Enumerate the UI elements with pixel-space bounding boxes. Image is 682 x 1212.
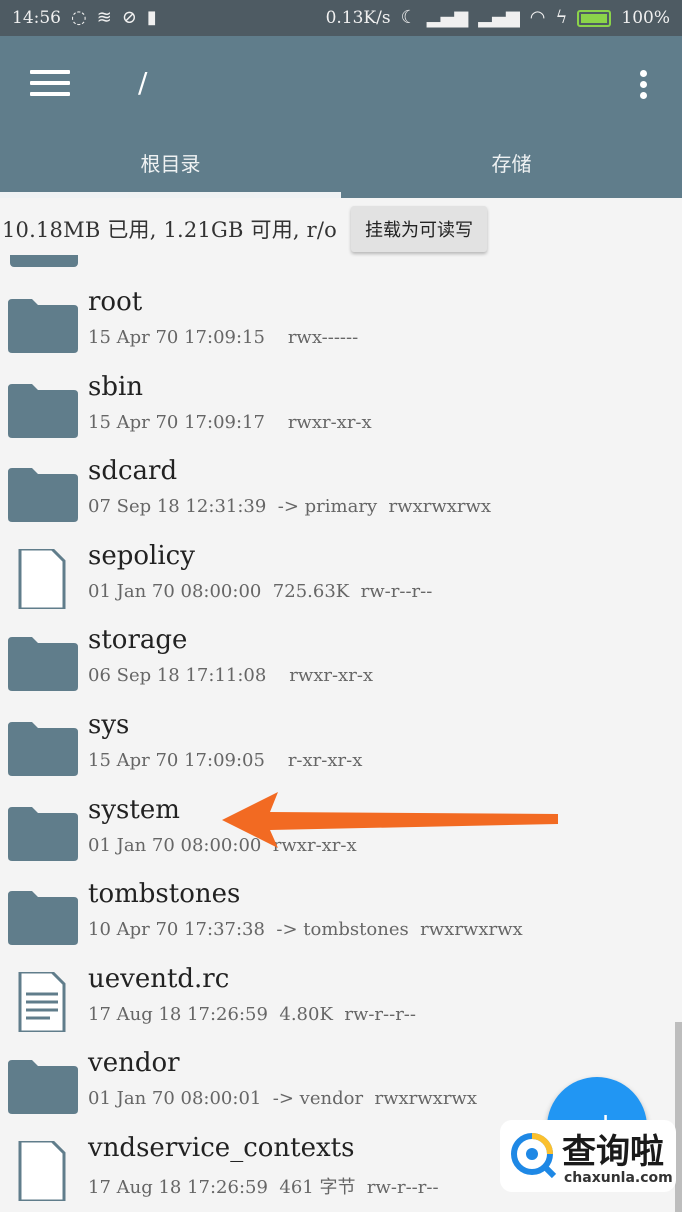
- watermark-en: chaxunla.com: [564, 1170, 673, 1186]
- wifi-lock-icon: ≋: [96, 7, 112, 28]
- file-name: storage: [88, 625, 188, 656]
- charging-icon: ϟ: [555, 7, 568, 28]
- mount-rw-button[interactable]: 挂载为可读写: [351, 206, 488, 252]
- storage-bar: 10.18MB 已用, 1.21GB 可用, r/o 挂载为可读写: [0, 198, 682, 260]
- storage-info: 10.18MB 已用, 1.21GB 可用, r/o: [2, 218, 338, 242]
- file-name: root: [88, 287, 143, 317]
- file-meta: 15 Apr 70 17:09:05 r-xr-xr-x: [88, 749, 363, 771]
- file-name: sepolicy: [88, 540, 195, 571]
- more-vert-icon[interactable]: [640, 70, 650, 102]
- folder-icon: [6, 380, 80, 440]
- folder-icon: [6, 633, 80, 693]
- file-name: sbin: [88, 371, 144, 402]
- tab-storage-label: 存储: [491, 151, 532, 176]
- scrollbar[interactable]: [675, 1022, 682, 1212]
- file-icon: [6, 547, 80, 611]
- watermark: 查询啦 chaxunla.com: [500, 1120, 676, 1192]
- sim-icon: ▮: [146, 7, 157, 28]
- file-name: vndservice_contexts: [88, 1132, 355, 1163]
- net-speed: 0.13K/s: [325, 8, 391, 28]
- folder-icon: [6, 887, 80, 947]
- signal-hd-icon: ▂▄▆: [426, 7, 469, 28]
- tab-root[interactable]: 根目录: [0, 126, 341, 198]
- file-meta: 15 Apr 70 17:09:17 rwxr-xr-x: [88, 411, 372, 433]
- tab-root-label: 根目录: [140, 151, 201, 176]
- file-row-sys[interactable]: sys 15 Apr 70 17:09:05 r-xr-xr-x: [0, 710, 682, 795]
- file-meta: 01 Jan 70 08:00:01 -> vendor rwxrwxrwx: [88, 1088, 477, 1110]
- file-row-sdcard[interactable]: sdcard 07 Sep 18 12:31:39 -> primary rwxr…: [0, 456, 682, 541]
- file-name: sdcard: [88, 456, 178, 487]
- file-list: root 15 Apr 70 17:09:15 rwx------ sbin 15 A…: [0, 287, 682, 1212]
- folder-icon: [6, 295, 80, 355]
- current-path: /: [138, 66, 148, 99]
- tab-bar: 根目录 存储: [0, 126, 682, 198]
- file-icon: [6, 1139, 80, 1203]
- file-name: vendor: [88, 1048, 180, 1079]
- clock: 14:56: [12, 8, 61, 28]
- file-meta: 01 Jan 70 08:00:00 725.63K rw-r--r--: [88, 580, 433, 602]
- file-name: ueventd.rc: [88, 963, 230, 994]
- folder-icon: [6, 803, 80, 863]
- folder-icon: [6, 718, 80, 778]
- folder-icon: [6, 1056, 80, 1116]
- file-row-storage[interactable]: storage 06 Sep 18 17:11:08 rwxr-xr-x: [0, 625, 682, 710]
- annotation-arrow: [222, 792, 558, 848]
- file-name: system: [88, 794, 180, 825]
- file-row-sepolicy[interactable]: sepolicy 01 Jan 70 08:00:00 725.63K rw-r-…: [0, 541, 682, 626]
- magnifier-logo-icon: [511, 1133, 557, 1179]
- file-name: sys: [88, 709, 130, 740]
- wifi-icon: ◠: [529, 7, 546, 28]
- file-meta: 07 Sep 18 12:31:39 -> primary rwxrwxrwx: [88, 496, 492, 518]
- battery-icon: [577, 9, 612, 27]
- file-row-ueventd.rc[interactable]: ueventd.rc 17 Aug 18 17:26:59 4.80K rw-r-…: [0, 964, 682, 1049]
- file-name: tombstones: [88, 879, 241, 910]
- file-meta: 17 Aug 18 17:26:59 4.80K rw-r--r--: [88, 1003, 416, 1025]
- battery-percent: 100%: [621, 8, 670, 28]
- file-meta: 10 Apr 70 17:37:38 -> tombstones rwxrwxr…: [88, 919, 523, 941]
- file-row-tombstones[interactable]: tombstones 10 Apr 70 17:37:38 -> tombston…: [0, 879, 682, 964]
- hamburger-icon[interactable]: [30, 70, 70, 100]
- file-meta: 17 Aug 18 17:26:59 461 字节 rw-r--r--: [88, 1176, 439, 1198]
- file-meta: 15 Apr 70 17:09:15 rwx------: [88, 327, 359, 348]
- sync-icon: ◌: [71, 7, 87, 28]
- tab-storage[interactable]: 存储: [341, 126, 682, 198]
- file-meta: 06 Sep 18 17:11:08 rwxr-xr-x: [88, 665, 374, 687]
- file-row-sbin[interactable]: sbin 15 Apr 70 17:09:17 rwxr-xr-x: [0, 372, 682, 457]
- folder-icon: [10, 255, 78, 267]
- file-row-root[interactable]: root 15 Apr 70 17:09:15 rwx------: [0, 287, 682, 372]
- folder-icon: [6, 464, 80, 524]
- moon-icon: ☾: [400, 7, 417, 28]
- partial-list-item: [0, 255, 682, 269]
- text-file-icon: [6, 970, 80, 1034]
- do-not-disturb-icon: ⊘: [121, 7, 137, 28]
- app-bar: / 根目录 存储: [0, 36, 682, 198]
- status-bar: 14:56 ◌ ≋ ⊘ ▮ 0.13K/s ☾ ▂▄▆ ▂▄▆ ◠ ϟ 100%: [0, 0, 682, 36]
- signal-icon: ▂▄▆: [478, 7, 520, 28]
- watermark-cn: 查询啦: [562, 1132, 664, 1172]
